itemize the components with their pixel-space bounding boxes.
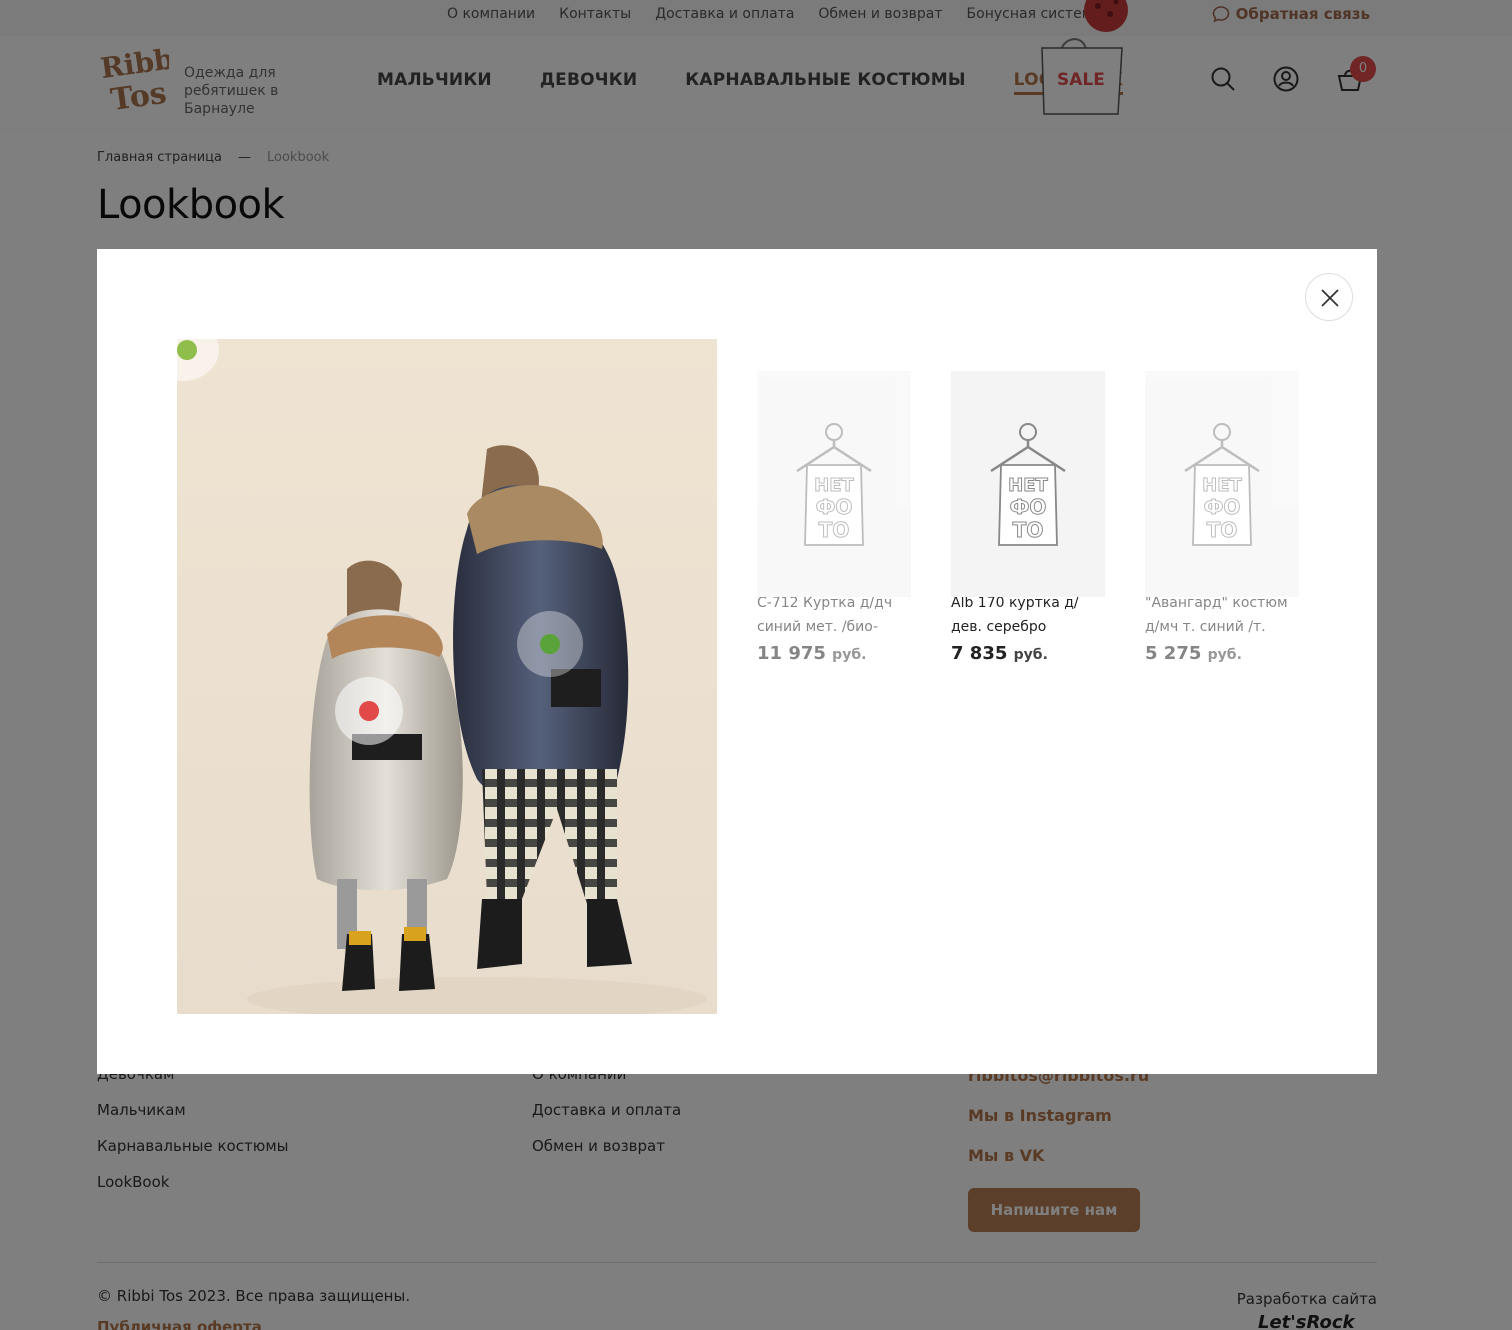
close-icon (1321, 289, 1339, 307)
product-thumbnail[interactable]: НЕТ ФО ТО (757, 371, 911, 597)
no-photo-icon: НЕТ ФО ТО (990, 423, 1066, 546)
product-price: 5 275 руб. (1145, 643, 1299, 664)
price-value: 7 835 (951, 643, 1008, 664)
price-currency: руб. (1013, 647, 1048, 663)
no-photo-text-2: ФО (1010, 495, 1047, 519)
no-photo-icon: НЕТ ФО ТО (1184, 423, 1260, 546)
no-photo-text-1: НЕТ (1008, 475, 1048, 496)
no-photo-text-1: НЕТ (814, 475, 854, 496)
product-list: НЕТ ФО ТО С-712 Куртка д/дч синий мет. /… (757, 371, 1299, 664)
no-photo-text-3: ТО (1207, 518, 1238, 542)
lookbook-modal: НЕТ ФО ТО С-712 Куртка д/дч синий мет. /… (97, 249, 1377, 1074)
product-card[interactable]: НЕТ ФО ТО "Авангард" костюм д/мч т. сини… (1145, 371, 1299, 664)
hotspot-marker-2[interactable] (359, 701, 379, 721)
product-thumbnail[interactable]: НЕТ ФО ТО (1145, 371, 1299, 597)
product-name[interactable]: Alb 170 куртка д/дев. серебро (951, 591, 1105, 639)
hotspot-marker-1[interactable] (177, 340, 197, 360)
hotspot-marker-3[interactable] (540, 634, 560, 654)
price-currency: руб. (832, 647, 867, 663)
product-name[interactable]: "Авангард" костюм д/мч т. синий /т. сини… (1145, 591, 1299, 639)
product-card[interactable]: НЕТ ФО ТО С-712 Куртка д/дч синий мет. /… (757, 371, 911, 664)
no-photo-text-3: ТО (1013, 518, 1044, 542)
price-value: 11 975 (757, 643, 826, 664)
lookbook-photo (177, 339, 717, 1014)
product-name[interactable]: С-712 Куртка д/дч синий мет. /био-лайм (757, 591, 911, 639)
product-price: 7 835 руб. (951, 643, 1105, 664)
product-price: 11 975 руб. (757, 643, 911, 664)
no-photo-text-1: НЕТ (1202, 475, 1242, 496)
no-photo-icon: НЕТ ФО ТО (796, 423, 872, 546)
no-photo-text-2: ФО (1204, 495, 1241, 519)
price-value: 5 275 (1145, 643, 1202, 664)
product-thumbnail[interactable]: НЕТ ФО ТО (951, 371, 1105, 597)
no-photo-text-3: ТО (819, 518, 850, 542)
close-button[interactable] (1305, 273, 1353, 321)
no-photo-text-2: ФО (816, 495, 853, 519)
product-card[interactable]: НЕТ ФО ТО Alb 170 куртка д/дев. серебро … (951, 371, 1105, 664)
price-currency: руб. (1207, 647, 1242, 663)
lookbook-image (177, 339, 717, 1014)
